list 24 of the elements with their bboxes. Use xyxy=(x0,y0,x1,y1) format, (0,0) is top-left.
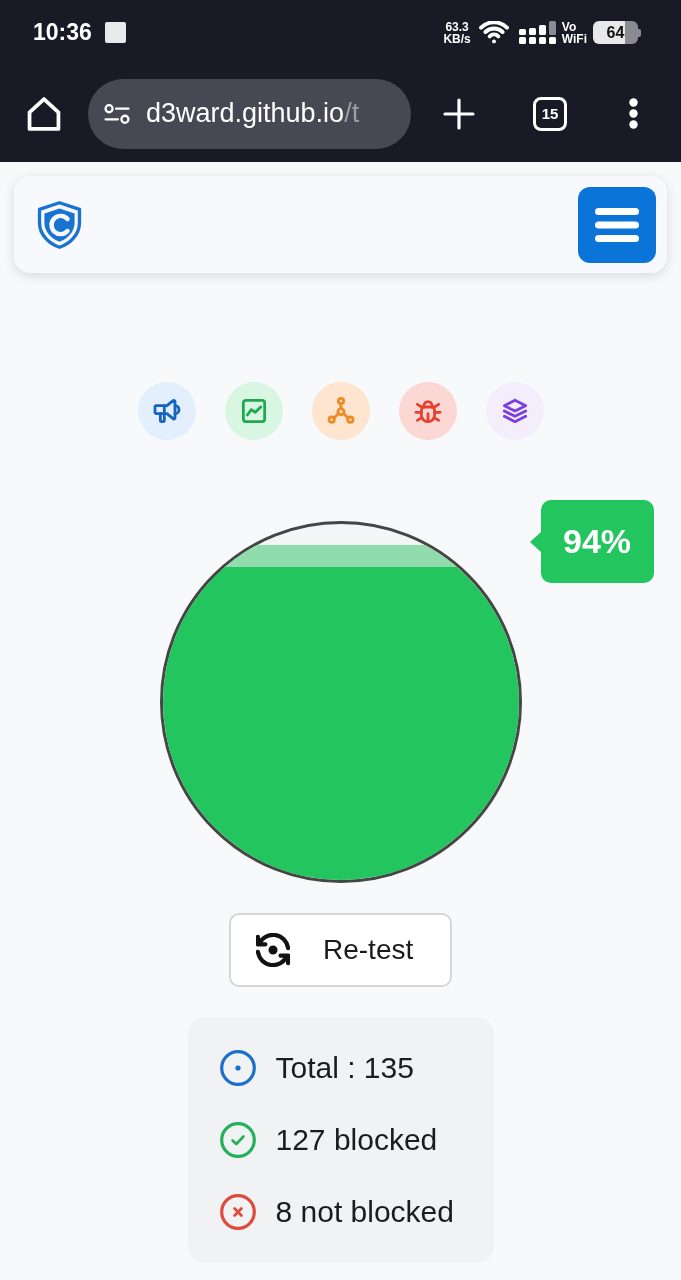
menu-icon[interactable] xyxy=(595,207,639,242)
signal-icon xyxy=(518,20,556,45)
wifi-icon xyxy=(477,20,510,45)
home-icon[interactable] xyxy=(27,96,61,131)
vowifi-indicator: Vo WiFi xyxy=(561,20,587,45)
status-time: 10:36 xyxy=(33,21,92,44)
refresh-icon[interactable] xyxy=(256,933,290,967)
shield-logo-icon[interactable] xyxy=(37,200,82,249)
site-settings-icon[interactable] xyxy=(103,102,131,125)
stat-label: Total : 135 xyxy=(275,1053,414,1083)
stat-label: 8 not blocked xyxy=(275,1197,454,1227)
check-circle-icon xyxy=(219,1122,256,1158)
new-tab-icon[interactable] xyxy=(443,97,475,130)
retest-button[interactable]: Re-test xyxy=(229,913,452,987)
battery-indicator: 64 xyxy=(593,21,641,44)
tab-switcher-button[interactable]: 15 xyxy=(533,96,567,131)
notification-icon xyxy=(104,22,126,43)
more-menu-icon[interactable] xyxy=(629,98,638,129)
network-speed: 63.3 KB/s xyxy=(443,20,471,45)
menu-button[interactable] xyxy=(578,186,656,263)
stat-label: 127 blocked xyxy=(275,1125,438,1155)
target-icon xyxy=(219,1050,256,1086)
x-circle-icon xyxy=(219,1194,256,1230)
address-bar[interactable]: d3ward.github.io/t xyxy=(88,78,411,149)
